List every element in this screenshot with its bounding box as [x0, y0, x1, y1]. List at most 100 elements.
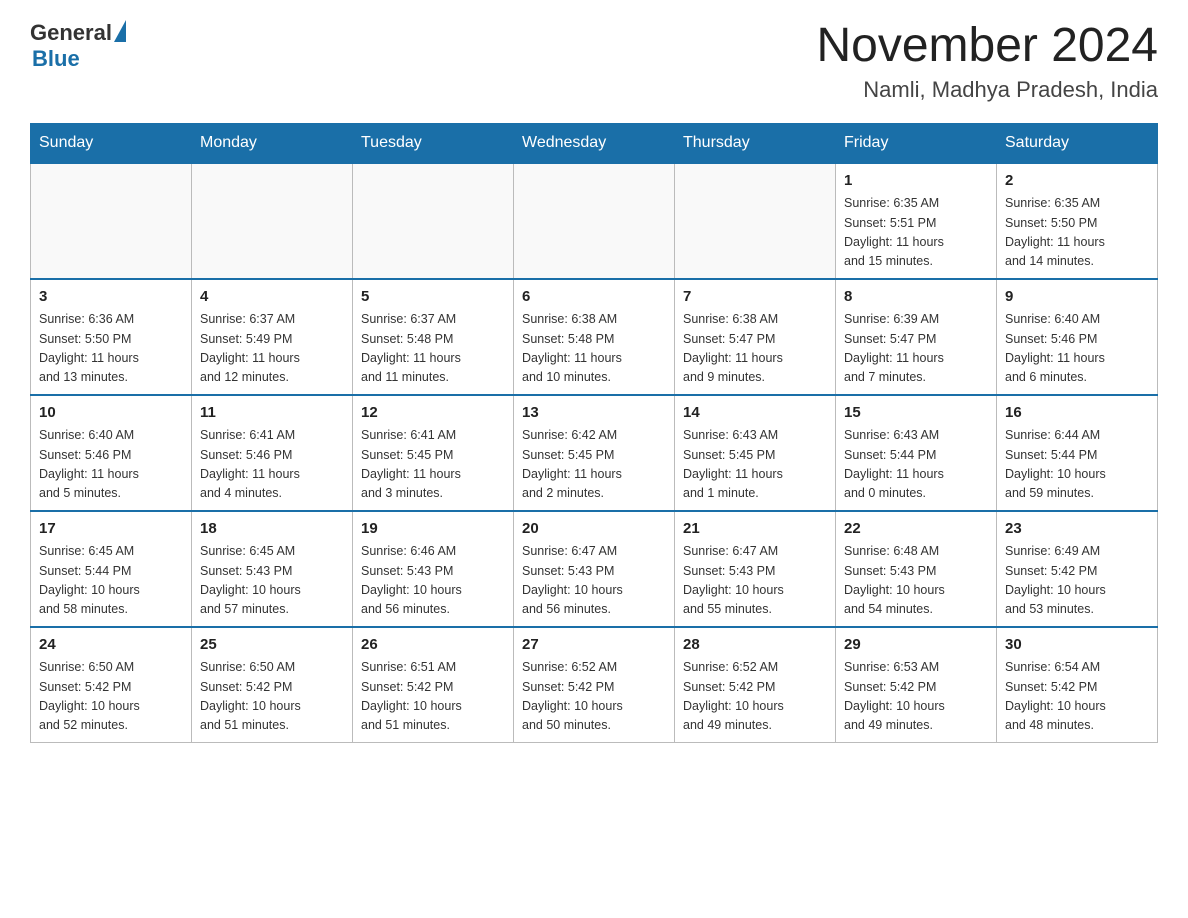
day-info: Sunrise: 6:53 AM Sunset: 5:42 PM Dayligh…	[844, 658, 988, 736]
calendar-cell: 4Sunrise: 6:37 AM Sunset: 5:49 PM Daylig…	[192, 279, 353, 395]
day-info: Sunrise: 6:52 AM Sunset: 5:42 PM Dayligh…	[683, 658, 827, 736]
day-number: 30	[1005, 634, 1149, 657]
calendar-cell: 16Sunrise: 6:44 AM Sunset: 5:44 PM Dayli…	[997, 395, 1158, 511]
calendar-cell: 1Sunrise: 6:35 AM Sunset: 5:51 PM Daylig…	[836, 163, 997, 279]
day-number: 4	[200, 286, 344, 309]
calendar-cell: 15Sunrise: 6:43 AM Sunset: 5:44 PM Dayli…	[836, 395, 997, 511]
calendar-cell: 3Sunrise: 6:36 AM Sunset: 5:50 PM Daylig…	[31, 279, 192, 395]
day-number: 19	[361, 518, 505, 541]
day-info: Sunrise: 6:45 AM Sunset: 5:43 PM Dayligh…	[200, 542, 344, 620]
weekday-header-monday: Monday	[192, 123, 353, 163]
title-section: November 2024 Namli, Madhya Pradesh, Ind…	[816, 20, 1158, 103]
day-number: 17	[39, 518, 183, 541]
day-number: 29	[844, 634, 988, 657]
day-number: 8	[844, 286, 988, 309]
calendar-cell: 18Sunrise: 6:45 AM Sunset: 5:43 PM Dayli…	[192, 511, 353, 627]
day-info: Sunrise: 6:37 AM Sunset: 5:48 PM Dayligh…	[361, 310, 505, 388]
calendar-cell: 10Sunrise: 6:40 AM Sunset: 5:46 PM Dayli…	[31, 395, 192, 511]
day-info: Sunrise: 6:42 AM Sunset: 5:45 PM Dayligh…	[522, 426, 666, 504]
day-info: Sunrise: 6:36 AM Sunset: 5:50 PM Dayligh…	[39, 310, 183, 388]
day-info: Sunrise: 6:52 AM Sunset: 5:42 PM Dayligh…	[522, 658, 666, 736]
logo-blue-text: Blue	[32, 46, 80, 71]
day-info: Sunrise: 6:40 AM Sunset: 5:46 PM Dayligh…	[1005, 310, 1149, 388]
weekday-header-saturday: Saturday	[997, 123, 1158, 163]
week-row-3: 10Sunrise: 6:40 AM Sunset: 5:46 PM Dayli…	[31, 395, 1158, 511]
day-info: Sunrise: 6:35 AM Sunset: 5:50 PM Dayligh…	[1005, 194, 1149, 272]
week-row-1: 1Sunrise: 6:35 AM Sunset: 5:51 PM Daylig…	[31, 163, 1158, 279]
day-number: 16	[1005, 402, 1149, 425]
weekday-header-friday: Friday	[836, 123, 997, 163]
day-info: Sunrise: 6:51 AM Sunset: 5:42 PM Dayligh…	[361, 658, 505, 736]
day-number: 27	[522, 634, 666, 657]
day-number: 21	[683, 518, 827, 541]
day-number: 7	[683, 286, 827, 309]
calendar-cell: 13Sunrise: 6:42 AM Sunset: 5:45 PM Dayli…	[514, 395, 675, 511]
day-info: Sunrise: 6:50 AM Sunset: 5:42 PM Dayligh…	[39, 658, 183, 736]
day-number: 9	[1005, 286, 1149, 309]
calendar-cell	[192, 163, 353, 279]
location-title: Namli, Madhya Pradesh, India	[816, 77, 1158, 103]
day-number: 3	[39, 286, 183, 309]
calendar-cell: 12Sunrise: 6:41 AM Sunset: 5:45 PM Dayli…	[353, 395, 514, 511]
calendar-cell	[514, 163, 675, 279]
day-number: 6	[522, 286, 666, 309]
calendar-cell: 14Sunrise: 6:43 AM Sunset: 5:45 PM Dayli…	[675, 395, 836, 511]
day-info: Sunrise: 6:37 AM Sunset: 5:49 PM Dayligh…	[200, 310, 344, 388]
calendar-cell: 25Sunrise: 6:50 AM Sunset: 5:42 PM Dayli…	[192, 627, 353, 743]
day-number: 24	[39, 634, 183, 657]
calendar-cell: 28Sunrise: 6:52 AM Sunset: 5:42 PM Dayli…	[675, 627, 836, 743]
logo-general-text: General	[30, 20, 112, 46]
logo-triangle-icon	[114, 20, 126, 42]
day-info: Sunrise: 6:49 AM Sunset: 5:42 PM Dayligh…	[1005, 542, 1149, 620]
day-number: 25	[200, 634, 344, 657]
calendar-cell: 29Sunrise: 6:53 AM Sunset: 5:42 PM Dayli…	[836, 627, 997, 743]
day-info: Sunrise: 6:38 AM Sunset: 5:48 PM Dayligh…	[522, 310, 666, 388]
calendar-cell	[353, 163, 514, 279]
day-number: 18	[200, 518, 344, 541]
day-number: 12	[361, 402, 505, 425]
calendar-cell	[31, 163, 192, 279]
day-number: 5	[361, 286, 505, 309]
day-info: Sunrise: 6:41 AM Sunset: 5:46 PM Dayligh…	[200, 426, 344, 504]
weekday-header-wednesday: Wednesday	[514, 123, 675, 163]
page-header: General Blue November 2024 Namli, Madhya…	[30, 20, 1158, 103]
calendar-cell: 7Sunrise: 6:38 AM Sunset: 5:47 PM Daylig…	[675, 279, 836, 395]
day-number: 15	[844, 402, 988, 425]
day-info: Sunrise: 6:54 AM Sunset: 5:42 PM Dayligh…	[1005, 658, 1149, 736]
calendar-cell: 23Sunrise: 6:49 AM Sunset: 5:42 PM Dayli…	[997, 511, 1158, 627]
weekday-header-tuesday: Tuesday	[353, 123, 514, 163]
week-row-2: 3Sunrise: 6:36 AM Sunset: 5:50 PM Daylig…	[31, 279, 1158, 395]
day-info: Sunrise: 6:40 AM Sunset: 5:46 PM Dayligh…	[39, 426, 183, 504]
day-info: Sunrise: 6:44 AM Sunset: 5:44 PM Dayligh…	[1005, 426, 1149, 504]
day-info: Sunrise: 6:45 AM Sunset: 5:44 PM Dayligh…	[39, 542, 183, 620]
day-info: Sunrise: 6:41 AM Sunset: 5:45 PM Dayligh…	[361, 426, 505, 504]
day-info: Sunrise: 6:43 AM Sunset: 5:44 PM Dayligh…	[844, 426, 988, 504]
day-number: 13	[522, 402, 666, 425]
day-info: Sunrise: 6:39 AM Sunset: 5:47 PM Dayligh…	[844, 310, 988, 388]
month-title: November 2024	[816, 20, 1158, 73]
calendar-cell: 8Sunrise: 6:39 AM Sunset: 5:47 PM Daylig…	[836, 279, 997, 395]
day-info: Sunrise: 6:35 AM Sunset: 5:51 PM Dayligh…	[844, 194, 988, 272]
day-info: Sunrise: 6:50 AM Sunset: 5:42 PM Dayligh…	[200, 658, 344, 736]
calendar-table: SundayMondayTuesdayWednesdayThursdayFrid…	[30, 123, 1158, 743]
calendar-cell: 30Sunrise: 6:54 AM Sunset: 5:42 PM Dayli…	[997, 627, 1158, 743]
weekday-header-sunday: Sunday	[31, 123, 192, 163]
calendar-cell: 24Sunrise: 6:50 AM Sunset: 5:42 PM Dayli…	[31, 627, 192, 743]
day-info: Sunrise: 6:43 AM Sunset: 5:45 PM Dayligh…	[683, 426, 827, 504]
day-number: 10	[39, 402, 183, 425]
calendar-cell: 6Sunrise: 6:38 AM Sunset: 5:48 PM Daylig…	[514, 279, 675, 395]
day-info: Sunrise: 6:47 AM Sunset: 5:43 PM Dayligh…	[522, 542, 666, 620]
calendar-cell: 5Sunrise: 6:37 AM Sunset: 5:48 PM Daylig…	[353, 279, 514, 395]
day-info: Sunrise: 6:48 AM Sunset: 5:43 PM Dayligh…	[844, 542, 988, 620]
calendar-cell: 20Sunrise: 6:47 AM Sunset: 5:43 PM Dayli…	[514, 511, 675, 627]
day-number: 23	[1005, 518, 1149, 541]
calendar-cell: 17Sunrise: 6:45 AM Sunset: 5:44 PM Dayli…	[31, 511, 192, 627]
calendar-cell: 21Sunrise: 6:47 AM Sunset: 5:43 PM Dayli…	[675, 511, 836, 627]
day-number: 28	[683, 634, 827, 657]
calendar-cell	[675, 163, 836, 279]
calendar-cell: 11Sunrise: 6:41 AM Sunset: 5:46 PM Dayli…	[192, 395, 353, 511]
day-number: 1	[844, 170, 988, 193]
day-info: Sunrise: 6:38 AM Sunset: 5:47 PM Dayligh…	[683, 310, 827, 388]
calendar-cell: 2Sunrise: 6:35 AM Sunset: 5:50 PM Daylig…	[997, 163, 1158, 279]
calendar-cell: 22Sunrise: 6:48 AM Sunset: 5:43 PM Dayli…	[836, 511, 997, 627]
